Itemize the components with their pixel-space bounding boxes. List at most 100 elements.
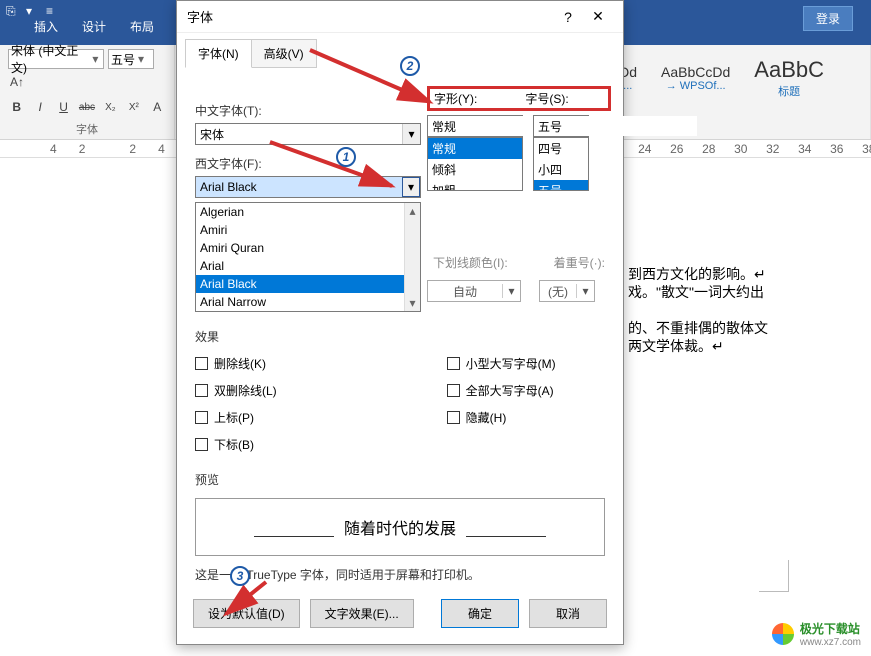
qat-icon-1[interactable]: ⎘: [6, 4, 20, 18]
scroll-up-icon[interactable]: ▴: [405, 203, 420, 219]
size-option[interactable]: 四号: [534, 138, 588, 159]
subscript-button[interactable]: X₂: [102, 98, 119, 116]
check-strikethrough[interactable]: 删除线(K): [195, 355, 277, 372]
style-name: → WPSOf...: [661, 80, 730, 92]
checkbox-icon: [195, 411, 208, 424]
doc-text: 戏。"散文"一词大约出: [628, 282, 764, 302]
dialog-tab-advanced[interactable]: 高级(V): [251, 39, 317, 68]
qat-dropdown-icon[interactable]: ▾: [26, 4, 40, 18]
doc-text: 的、不重排偶的散体文: [628, 318, 768, 338]
checkbox-icon: [195, 384, 208, 397]
style-option[interactable]: 常规: [428, 138, 522, 159]
ok-button[interactable]: 确定: [441, 599, 519, 628]
font-option-selected[interactable]: Arial Black: [196, 275, 420, 293]
chevron-down-icon[interactable]: ▾: [576, 284, 594, 298]
check-label: 小型大写字母(M): [466, 355, 556, 372]
check-label: 隐藏(H): [466, 409, 507, 426]
ruler-mark: 26: [670, 142, 680, 156]
login-button[interactable]: 登录: [803, 6, 853, 31]
western-font-combo[interactable]: ▾: [195, 176, 421, 198]
cancel-button[interactable]: 取消: [529, 599, 607, 628]
font-size-combo2[interactable]: [533, 115, 589, 137]
western-font-dropdown[interactable]: Algerian Amiri Amiri Quran Arial Arial B…: [195, 202, 421, 312]
emphasis-combo[interactable]: (无) ▾: [539, 280, 595, 302]
font-size-label: 字号(S):: [525, 90, 568, 107]
bold-button[interactable]: B: [8, 98, 25, 116]
ruler-mark: 34: [798, 142, 808, 156]
chinese-font-input[interactable]: [196, 124, 402, 144]
style-option[interactable]: 倾斜: [428, 159, 522, 180]
chevron-down-icon[interactable]: ▾: [502, 284, 520, 298]
font-size-input[interactable]: [534, 116, 697, 136]
strikethrough-button[interactable]: abc: [78, 98, 95, 116]
check-small-caps[interactable]: 小型大写字母(M): [447, 355, 556, 372]
help-button[interactable]: ?: [553, 9, 583, 25]
increase-font-icon[interactable]: A↑: [8, 73, 26, 91]
emphasis-value: (无): [540, 283, 576, 300]
check-hidden[interactable]: 隐藏(H): [447, 409, 556, 426]
font-option[interactable]: Arial Narrow: [196, 293, 420, 311]
font-style-combo[interactable]: [427, 115, 523, 137]
chevron-down-icon[interactable]: ▾: [402, 177, 420, 197]
style-preview: AaBbCcDd: [661, 64, 730, 80]
annotation-badge-1: 1: [336, 147, 356, 167]
check-double-strike[interactable]: 双删除线(L): [195, 382, 277, 399]
style-size-header: 字形(Y): 字号(S):: [427, 86, 611, 111]
preview-text: 随着时代的发展: [344, 515, 456, 539]
checkbox-icon: [447, 411, 460, 424]
check-superscript[interactable]: 上标(P): [195, 409, 277, 426]
emphasis-label: 着重号(·):: [554, 254, 605, 271]
font-option[interactable]: Algerian: [196, 203, 420, 221]
dialog-button-row: 设为默认值(D) 文字效果(E)... 确定 取消: [193, 599, 607, 628]
watermark-url: www.xz7.com: [800, 637, 861, 648]
check-subscript[interactable]: 下标(B): [195, 436, 277, 453]
font-option[interactable]: Amiri Quran: [196, 239, 420, 257]
dialog-tab-font[interactable]: 字体(N): [185, 39, 252, 68]
chevron-down-icon: ▾: [90, 52, 101, 66]
close-button[interactable]: ✕: [583, 8, 613, 25]
preview-title: 预览: [195, 471, 605, 488]
doc-text: 到西方文化的影响。↵: [628, 264, 766, 284]
font-option[interactable]: Amiri: [196, 221, 420, 239]
font-option[interactable]: Arial: [196, 257, 420, 275]
underline-color-combo[interactable]: 自动 ▾: [427, 280, 521, 302]
western-font-input[interactable]: [196, 177, 402, 197]
text-effects-button[interactable]: A: [149, 98, 166, 116]
dialog-titlebar[interactable]: 字体 ? ✕: [177, 1, 623, 33]
text-effects-button[interactable]: 文字效果(E)...: [310, 599, 414, 628]
chevron-down-icon[interactable]: ▾: [402, 124, 420, 144]
dialog-title: 字体: [187, 7, 553, 26]
superscript-button[interactable]: X²: [125, 98, 142, 116]
scrollbar[interactable]: ▴ ▾: [404, 203, 420, 311]
ruler-mark: 30: [734, 142, 744, 156]
ribbon-tab-design[interactable]: 设计: [78, 14, 110, 39]
effects-title: 效果: [195, 328, 605, 345]
font-size-value: 五号: [111, 51, 135, 68]
checkbox-icon: [447, 357, 460, 370]
font-size-listbox[interactable]: 四号 小四 五号: [533, 137, 589, 191]
style-option[interactable]: 加粗: [428, 180, 522, 191]
watermark-name: 极光下载站: [800, 620, 861, 637]
ribbon-tab-layout[interactable]: 布局: [126, 14, 158, 39]
style-item-2[interactable]: AaBbCcDd → WPSOf...: [655, 62, 736, 94]
set-default-button[interactable]: 设为默认值(D): [193, 599, 300, 628]
size-option[interactable]: 小四: [534, 159, 588, 180]
qat-separator: ≡: [46, 4, 60, 18]
style-item-title[interactable]: AaBbC 标题: [748, 55, 830, 101]
watermark-logo-icon: [772, 623, 794, 645]
ruler-mark: 36: [830, 142, 840, 156]
font-style-listbox[interactable]: 常规 倾斜 加粗: [427, 137, 523, 191]
annotation-badge-2: 2: [400, 56, 420, 76]
check-all-caps[interactable]: 全部大写字母(A): [447, 382, 556, 399]
font-size-combo[interactable]: 五号▾: [108, 49, 154, 69]
style-name: 标题: [754, 83, 824, 99]
font-name-combo[interactable]: 宋体 (中文正文)▾: [8, 49, 104, 69]
underline-button[interactable]: U: [55, 98, 72, 116]
chinese-font-combo[interactable]: ▾: [195, 123, 421, 145]
size-option[interactable]: 五号: [534, 180, 588, 191]
scroll-down-icon[interactable]: ▾: [405, 295, 420, 311]
checkbox-icon: [195, 357, 208, 370]
quick-access-toolbar: ⎘ ▾ ≡: [6, 4, 60, 18]
font-style-label: 字形(Y):: [434, 90, 477, 107]
italic-button[interactable]: I: [31, 98, 48, 116]
